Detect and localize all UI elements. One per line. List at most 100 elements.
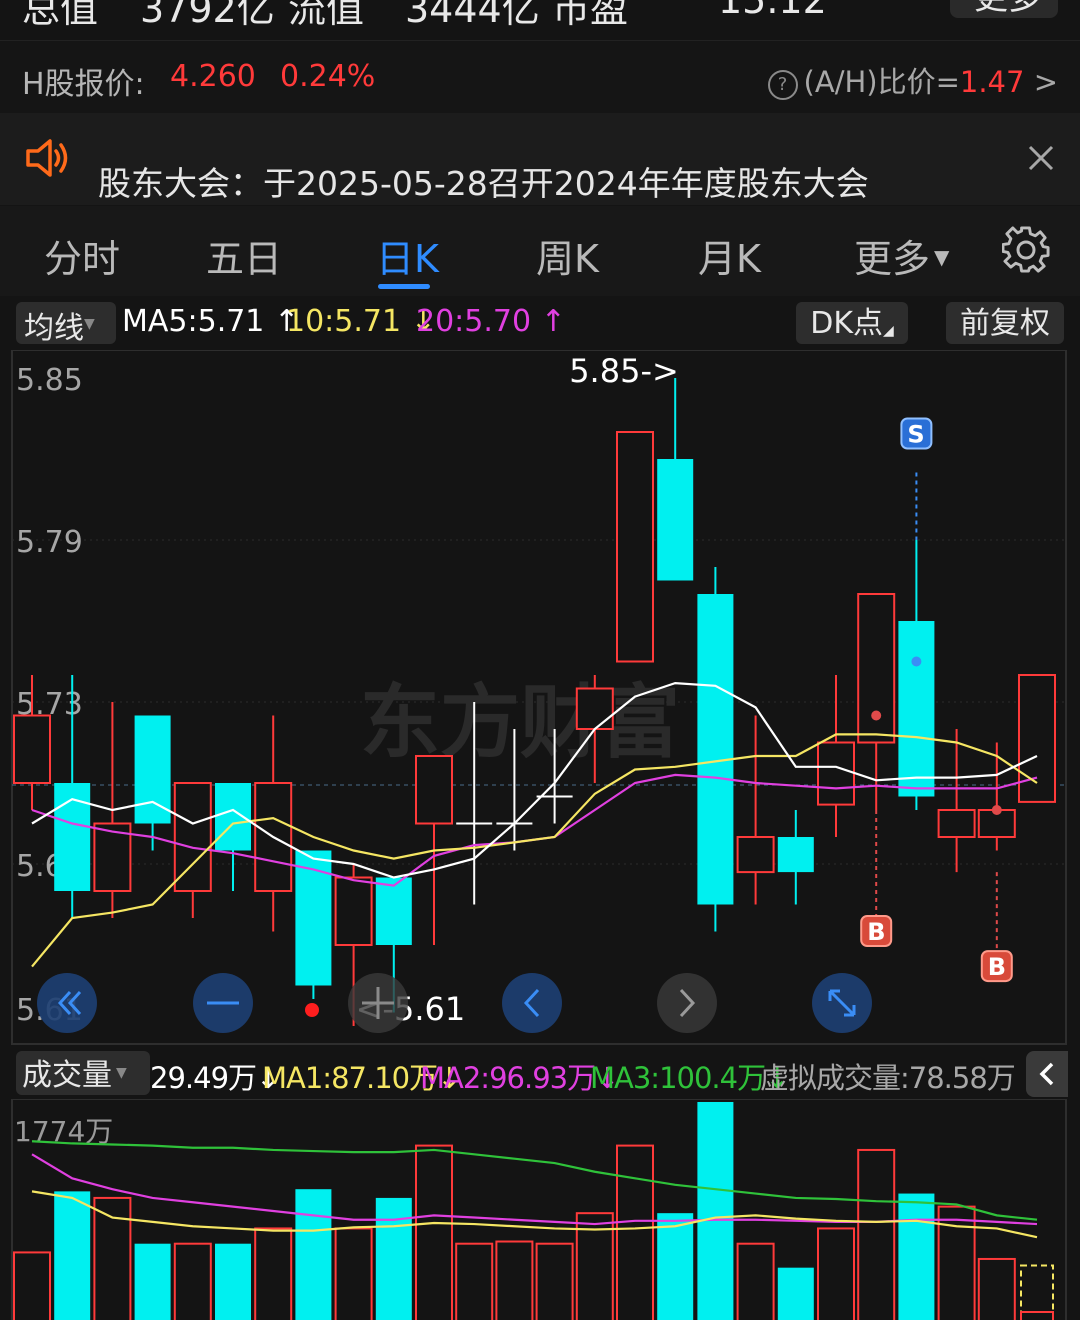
scroll-left-fast-button[interactable] bbox=[37, 973, 97, 1033]
tab-five-day[interactable]: 五日 bbox=[206, 228, 282, 283]
volume-bar bbox=[657, 1213, 694, 1320]
virtual-volume: 虚拟成交量:78.58万 bbox=[760, 1061, 1016, 1095]
float-cap-value: 3444亿 bbox=[405, 0, 540, 31]
volume-bar bbox=[173, 1242, 212, 1320]
volume-bar bbox=[334, 1227, 373, 1320]
candle-body bbox=[173, 782, 212, 892]
candle-body bbox=[817, 741, 855, 806]
volume-bar bbox=[777, 1267, 814, 1320]
volume-bar bbox=[817, 1227, 855, 1320]
vol-ma3: MA3:100.4万↓ bbox=[590, 1061, 789, 1095]
notice-banner[interactable]: 股东大会：于2025-05-28召开2024年年度股东大会 bbox=[0, 113, 1080, 205]
price-axis-label: 5.85 bbox=[16, 363, 83, 398]
pe-value: 15.12 bbox=[718, 0, 827, 22]
candle bbox=[697, 567, 734, 932]
buy-marker-label: B bbox=[867, 918, 885, 946]
total-cap-value: 3792亿 bbox=[140, 0, 275, 31]
volume-bar bbox=[295, 1189, 332, 1320]
candle-body bbox=[134, 715, 171, 824]
candle-body bbox=[616, 431, 654, 663]
volume-value: 29.49万↓ bbox=[150, 1061, 280, 1095]
hshare-price: 4.260 bbox=[170, 59, 256, 94]
sell-marker-label: S bbox=[907, 421, 924, 449]
volume-bar bbox=[134, 1243, 171, 1320]
candle-body bbox=[375, 877, 412, 945]
tab-intraday[interactable]: 分时 bbox=[44, 228, 120, 283]
buy-dot bbox=[991, 805, 1002, 815]
volume-bar bbox=[1020, 1311, 1054, 1320]
volume-bar bbox=[535, 1242, 574, 1320]
chevron-right-icon: > bbox=[1033, 65, 1058, 99]
tab-more[interactable]: 更多 ▼ bbox=[854, 228, 949, 283]
notice-text: 股东大会：于2025-05-28召开2024年年度股东大会 bbox=[98, 164, 869, 203]
ma-indicator-bar: 均线▼ MA5:5.71 ↑ 10:5.71 ↓ 20:5.70 ↑ DK点◢ … bbox=[0, 296, 1080, 350]
high-price-label: 5.85-> bbox=[569, 352, 679, 390]
volume-bar bbox=[375, 1197, 412, 1320]
total-cap-label: 总值 bbox=[22, 0, 99, 31]
candle bbox=[616, 431, 654, 663]
ah-ratio[interactable]: ? (A/H)比价=1.47 > bbox=[767, 59, 1058, 101]
ma20-value: 20:5.70 ↑ bbox=[416, 304, 566, 339]
volume-selector[interactable]: 成交量 ▼ bbox=[16, 1051, 150, 1095]
candle bbox=[817, 675, 855, 837]
volume-indicator-bar: 成交量 ▼ 29.49万↓ MA1:87.10万↓ MA2:96.93万↓ MA3… bbox=[0, 1047, 1080, 1099]
candle-body bbox=[575, 687, 614, 730]
volume-bar bbox=[215, 1243, 251, 1320]
ma5-value: MA5:5.71 ↑ bbox=[122, 304, 300, 339]
step-left-button[interactable] bbox=[502, 973, 562, 1033]
active-tab-indicator bbox=[378, 284, 430, 289]
volume-bar bbox=[736, 1242, 775, 1320]
candlestick-chart[interactable]: 东方财富 5.855.795.735.675.61 5.85-><-5.61SB… bbox=[0, 350, 1080, 1046]
candle-body bbox=[13, 714, 51, 784]
candle bbox=[898, 540, 935, 810]
gear-icon[interactable] bbox=[1002, 226, 1050, 274]
volume-bar bbox=[697, 1101, 734, 1320]
pe-label: 市盈 bbox=[552, 0, 629, 31]
candle-body bbox=[736, 836, 775, 874]
ma-selector[interactable]: 均线▼ bbox=[16, 302, 116, 346]
vol-ma2: MA2:96.93万↓ bbox=[420, 1061, 619, 1095]
volume-bar bbox=[254, 1227, 293, 1320]
close-icon[interactable] bbox=[1028, 145, 1054, 171]
zoom-in-button[interactable] bbox=[348, 973, 408, 1033]
caret-down-icon: ▼ bbox=[934, 245, 950, 269]
candle-body bbox=[937, 809, 976, 838]
volume-bar bbox=[616, 1144, 654, 1320]
candle-body bbox=[334, 876, 373, 946]
candle bbox=[937, 729, 976, 873]
volume-bar bbox=[495, 1240, 534, 1320]
adjust-button[interactable]: 前复权 bbox=[946, 302, 1064, 344]
volume-bar bbox=[857, 1148, 896, 1320]
volume-bar bbox=[977, 1257, 1016, 1320]
period-tabs: 分时 五日 日K 周K 月K 更多 ▼ bbox=[0, 206, 1080, 297]
volume-bar bbox=[13, 1251, 51, 1320]
tab-monthly-k[interactable]: 月K bbox=[698, 228, 761, 283]
candle-body bbox=[657, 459, 694, 581]
fullscreen-button[interactable] bbox=[812, 973, 872, 1033]
ma10-value: 10:5.71 ↓ bbox=[286, 304, 436, 339]
hshare-label: H股报价: bbox=[22, 67, 145, 102]
zoom-out-button[interactable] bbox=[193, 973, 253, 1033]
candle bbox=[657, 378, 694, 581]
candle-body bbox=[777, 837, 814, 873]
volume-bar bbox=[415, 1144, 453, 1320]
help-icon[interactable]: ? bbox=[767, 70, 798, 100]
more-button[interactable]: 更多 bbox=[950, 0, 1058, 18]
volume-chart[interactable]: 1774万 bbox=[0, 1099, 1080, 1320]
candle bbox=[777, 810, 814, 905]
hshare-row[interactable]: H股报价: 4.260 0.24% ? (A/H)比价=1.47 > bbox=[0, 40, 1080, 113]
tab-weekly-k[interactable]: 周K bbox=[536, 228, 599, 283]
dk-point-button[interactable]: DK点◢ bbox=[796, 302, 908, 344]
candle-body bbox=[415, 755, 453, 825]
buy-dot bbox=[871, 710, 882, 721]
tab-daily-k[interactable]: 日K bbox=[376, 228, 439, 283]
volume-bar bbox=[93, 1196, 132, 1320]
watermark: 东方财富 bbox=[360, 676, 680, 769]
sell-dot bbox=[911, 656, 922, 667]
candle-body bbox=[697, 594, 734, 905]
collapse-panel-button[interactable] bbox=[1026, 1051, 1068, 1097]
chevron-left-icon bbox=[1039, 1062, 1054, 1086]
candle bbox=[977, 742, 1016, 851]
step-right-button[interactable] bbox=[657, 973, 717, 1033]
signal-dot bbox=[305, 1003, 319, 1017]
